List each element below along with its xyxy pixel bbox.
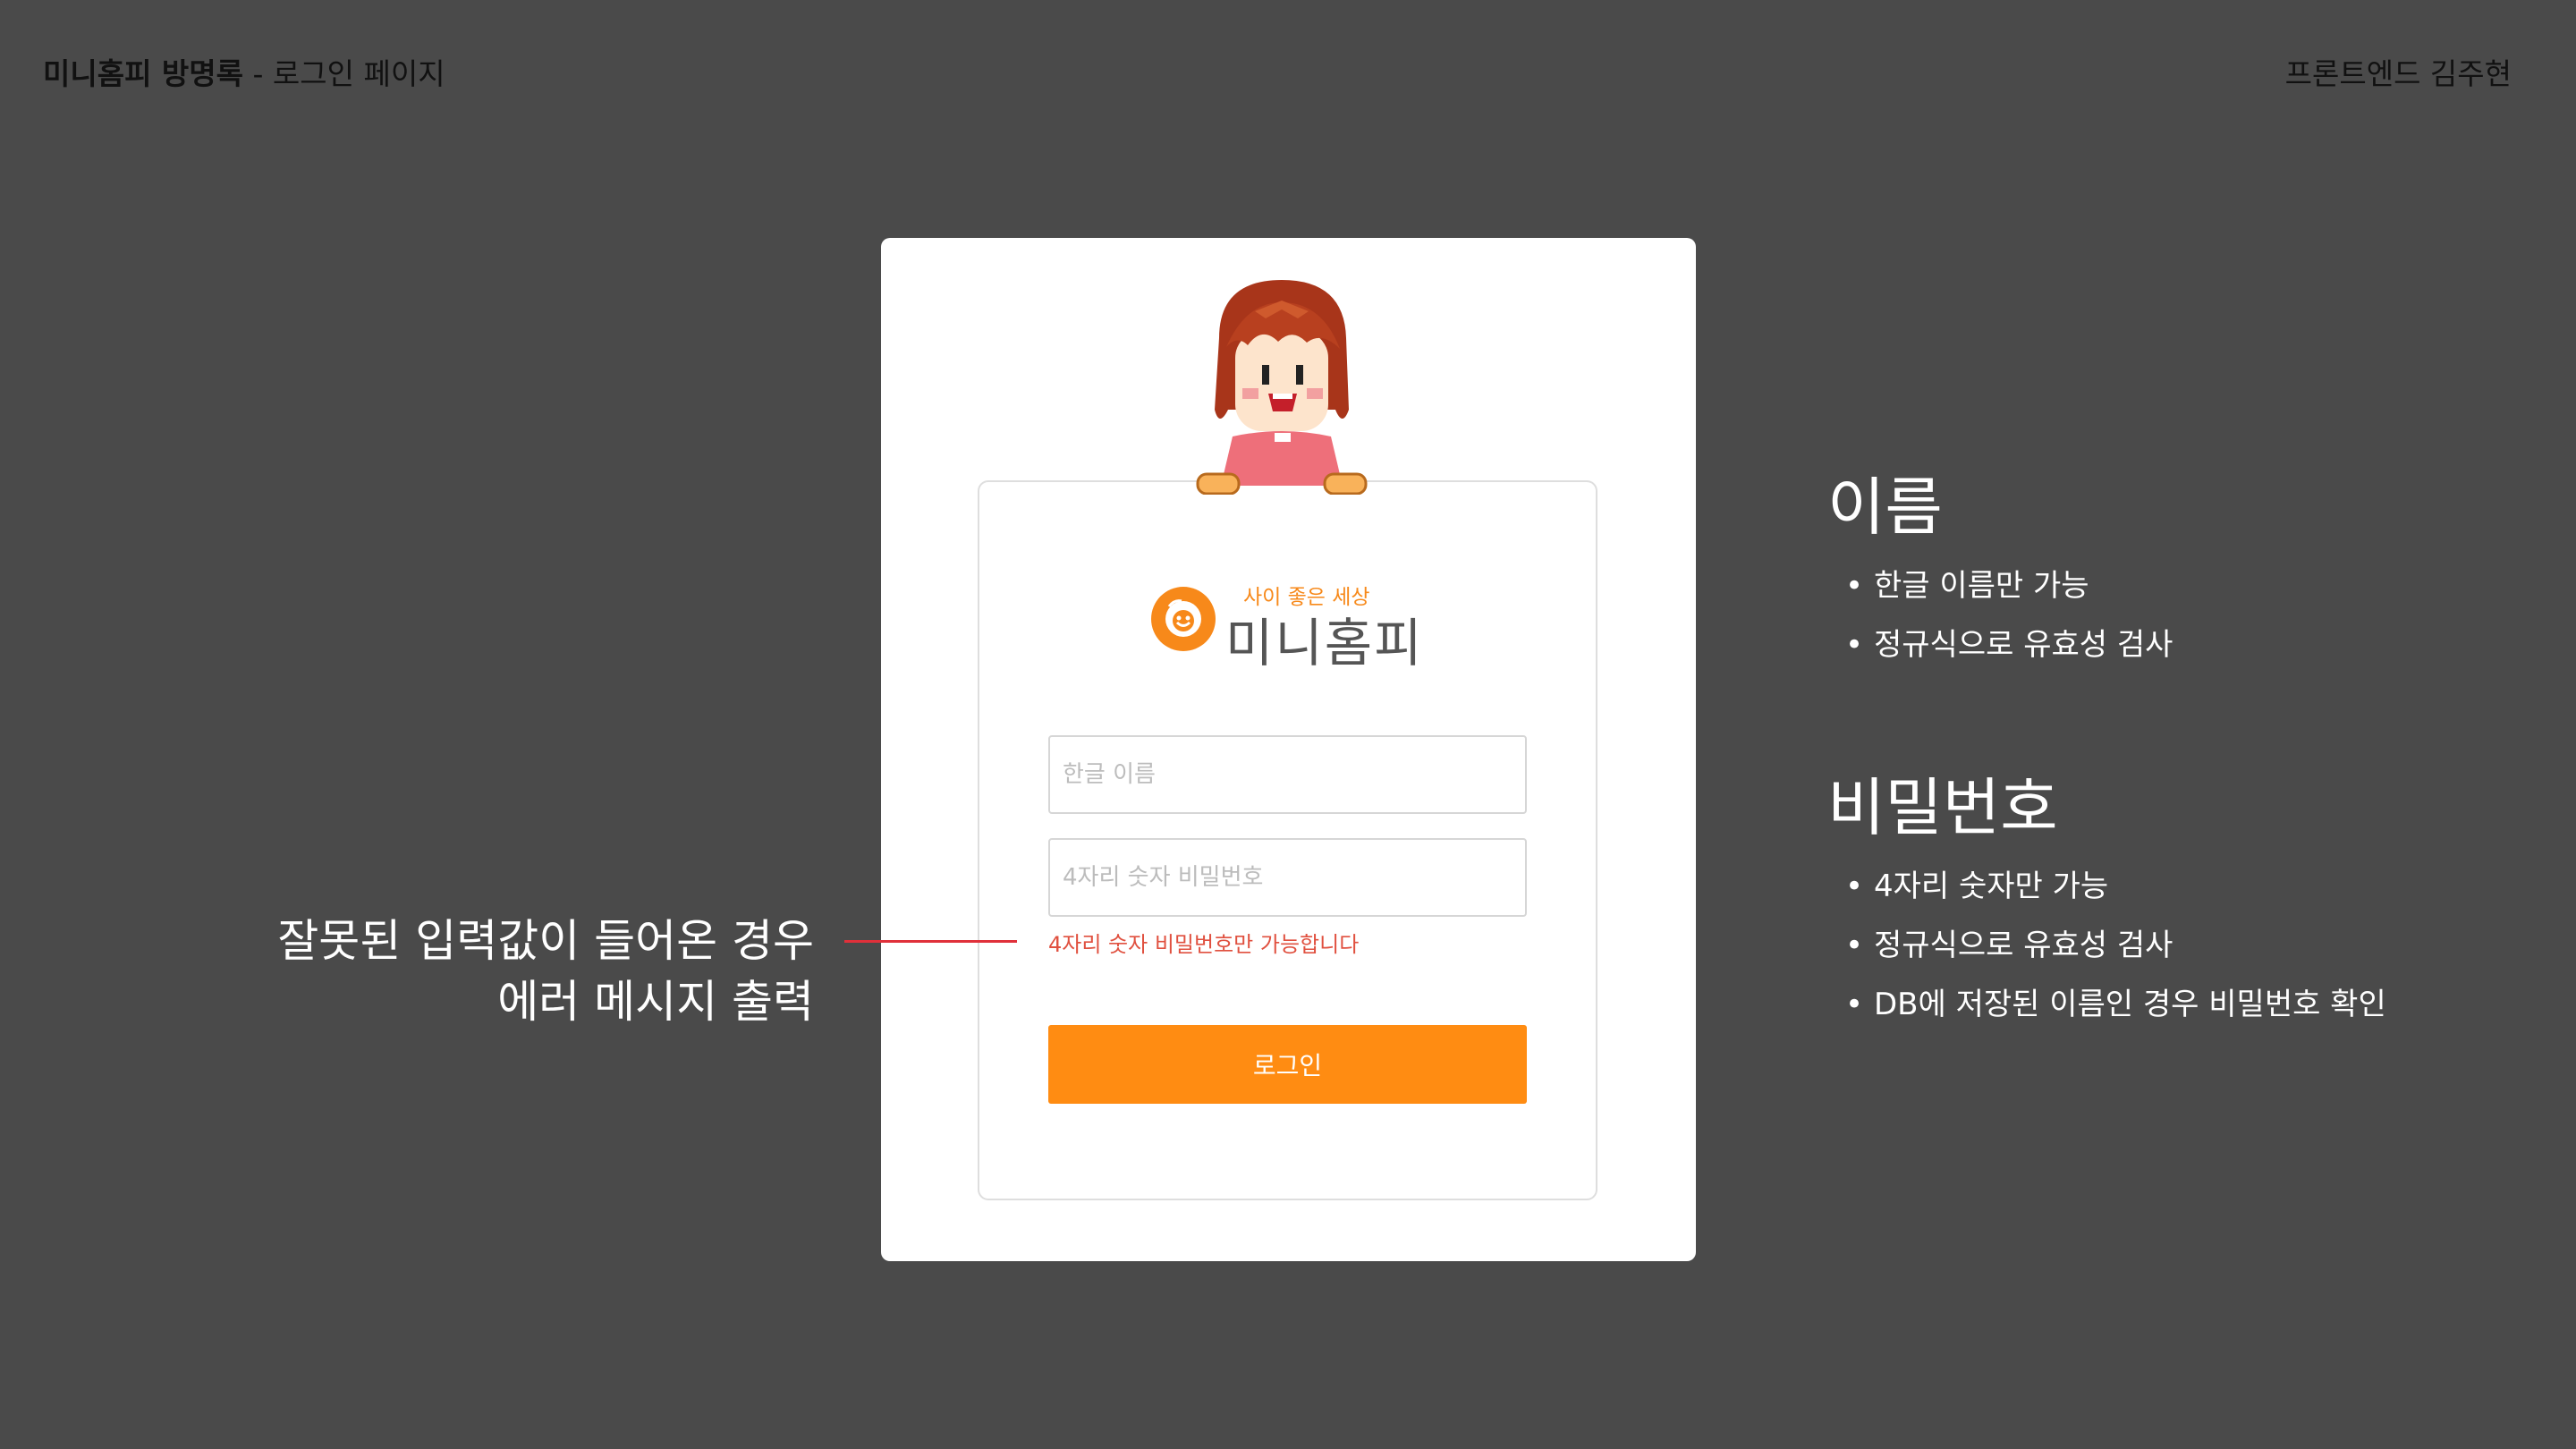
password-rules-section: 비밀번호 • 4자리 숫자만 가능 • 정규식으로 유효성 검사 • DB에 저장된 … [1827,769,2386,1034]
list-item: • 한글 이름만 가능 [1827,556,2173,615]
annotation-line-2: 에러 메시지 출력 [497,976,814,1028]
pixel-girl-mascot-icon [1196,280,1368,495]
slide-header-title: 미니홈피 방명록 - 로그인 페이지 [43,50,445,93]
bullet-icon: • [1845,568,1864,604]
bullet-icon: • [1845,987,1864,1022]
password-rule-text: DB에 저장된 이름인 경우 비밀번호 확인 [1874,987,2386,1022]
name-rule-text: 한글 이름만 가능 [1874,568,2089,604]
name-input[interactable] [1048,735,1527,814]
slide-title-rest: - 로그인 페이지 [243,56,445,91]
annotation-pointer-line [844,940,1017,943]
password-input[interactable] [1048,838,1527,917]
password-rule-text: 정규식으로 유효성 검사 [1874,928,2174,963]
login-button[interactable]: 로그인 [1048,1025,1527,1104]
password-rules-title: 비밀번호 [1827,771,2058,844]
slide-author: 프론트엔드 김주현 [2284,56,2512,91]
logo-smiley-icon [1151,587,1216,651]
list-item: • 정규식으로 유효성 검사 [1827,615,2173,674]
list-item: • 정규식으로 유효성 검사 [1827,916,2386,975]
logo-name: 미니홈피 [1225,613,1424,674]
annotation-line-1: 잘못된 입력값이 들어온 경우 [277,915,814,967]
bullet-icon: • [1845,928,1864,963]
name-rules-title: 이름 [1827,470,1943,544]
bullet-icon: • [1845,869,1864,904]
name-rules-list: • 한글 이름만 가능 • 정규식으로 유효성 검사 [1827,556,2173,674]
name-rules-section: 이름 • 한글 이름만 가능 • 정규식으로 유효성 검사 [1827,469,2173,674]
slide-title-bold: 미니홈피 방명록 [43,56,244,91]
password-rules-list: • 4자리 숫자만 가능 • 정규식으로 유효성 검사 • DB에 저장된 이름인 경… [1827,857,2386,1034]
list-item: • DB에 저장된 이름인 경우 비밀번호 확인 [1827,975,2386,1034]
bullet-icon: • [1845,627,1864,663]
error-message: 4자리 숫자 비밀번호만 가능합니다 [1048,932,1360,957]
password-rule-text: 4자리 숫자만 가능 [1874,869,2109,904]
name-rule-text: 정규식으로 유효성 검사 [1874,627,2174,663]
list-item: • 4자리 숫자만 가능 [1827,857,2386,916]
annotation-text: 잘못된 입력값이 들어온 경우 에러 메시지 출력 [277,911,814,1032]
